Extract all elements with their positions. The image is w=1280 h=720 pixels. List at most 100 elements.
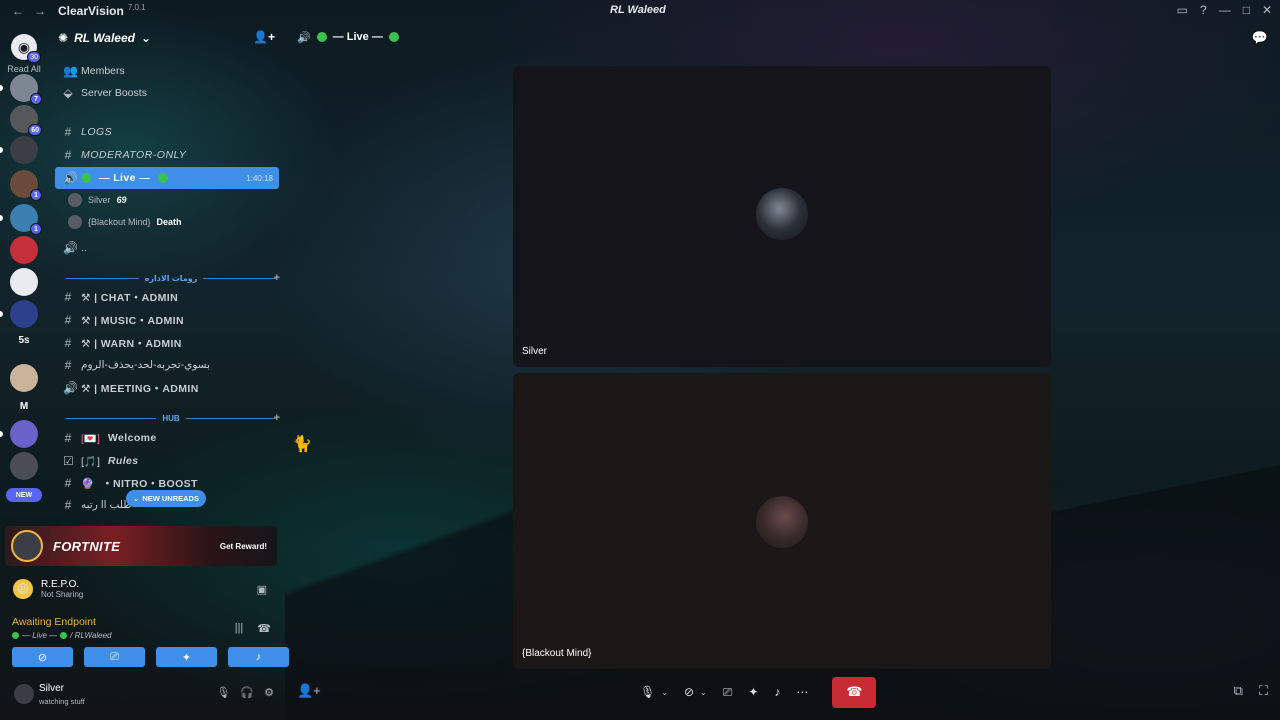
sidebar-item-members[interactable]: 👥 Members [55,60,279,82]
chat-bubble-icon[interactable]: 💬 [1252,30,1268,46]
channel-rules[interactable]: ☑ [🎵] Rules [55,450,279,472]
cat-cursor-icon: 🐈 [292,436,312,453]
live-dot-icon [388,32,399,42]
participant-tile[interactable]: Silver [513,66,1051,367]
share-screen-icon[interactable]: ▣ [257,583,267,596]
voice-user-name: {Blackout Mind} [88,217,151,227]
channel-meeting-admin[interactable]: 🔊 ⚒ | MEETING・ADMIN [55,377,279,399]
server-icon[interactable] [10,364,38,392]
fullscreen-icon[interactable]: ⛶ [1259,683,1268,699]
new-pill[interactable]: NEW [6,488,42,502]
participant-name: {Blackout Mind} [522,648,592,659]
channel-label: ⚒ | WARN・ADMIN [81,337,182,350]
channel-moderator-only[interactable]: # MODERATOR-ONLY [55,144,279,166]
avatar[interactable] [14,684,34,704]
add-channel-icon[interactable]: + [274,412,280,424]
channel-arabic-test[interactable]: # بسوي-تجربه-لحد-يحذف-الروم [55,354,279,376]
screen-share-icon[interactable]: ⎚ [723,685,733,700]
category-label: HUB [162,413,180,423]
sidebar-item-server-boosts[interactable]: ⬙ Server Boosts [55,82,279,104]
channel-warn-admin[interactable]: # ⚒ | WARN・ADMIN [55,332,279,354]
home-discord-icon[interactable]: ◉ 30 [11,34,41,63]
channel-logs[interactable]: # LOGS [55,121,279,143]
soundboard-icon[interactable]: ♪ [774,685,780,699]
back-arrow-icon[interactable]: ← [12,4,24,18]
minimize-button[interactable]: — [1219,3,1231,17]
category-hub[interactable]: HUB + [66,411,280,425]
microphone-icon[interactable]: 🎙 [216,686,230,699]
invite-icon[interactable]: 👤+ [253,30,275,44]
members-icon: 👥 [63,64,78,78]
soundboard-button[interactable]: ♪ [228,647,289,667]
live-dot-icon [158,173,169,183]
channel-chat-admin[interactable]: # ⚒ | CHAT・ADMIN [55,286,279,308]
server-icon[interactable] [10,420,38,448]
maximize-button[interactable]: □ [1243,3,1250,17]
voice-user-blackout-mind[interactable]: {Blackout Mind} Death [68,213,182,231]
chevron-down-icon[interactable]: ⌄ [661,688,668,697]
category-admin[interactable]: رومات الاداره + [66,271,280,285]
chevron-down-icon[interactable]: ⌄ [700,688,707,697]
server-icon[interactable] [10,300,38,328]
voice-status-controls: ||| ☎ [235,622,271,635]
game-activity-banner[interactable]: FORTNITE Get Reward! [5,526,277,566]
activities-icon[interactable]: ✦ [748,685,758,699]
popout-icon[interactable]: ⧉ [1234,683,1243,699]
guild-name: RL Waleed [74,31,135,45]
server-label: 5s [18,334,30,346]
nitro-emoji-icon: 🔮 [81,477,95,490]
server-icon[interactable]: 1 [10,170,42,201]
user-name: Silver [39,683,65,694]
hash-icon: # [64,125,72,139]
help-icon[interactable]: ? [1200,3,1207,17]
read-all-button[interactable]: Read All [0,64,48,74]
gear-icon[interactable]: ⚙ [264,686,274,699]
server-icon[interactable]: 1 [10,204,42,235]
new-unreads-button[interactable]: ⌄ NEW UNREADS [126,490,206,507]
add-channel-icon[interactable]: + [274,272,280,284]
get-reward-button[interactable]: Get Reward! [220,542,267,551]
microphone-icon[interactable]: 🎙 [640,685,655,699]
avatar [68,215,82,229]
screen-share-button[interactable]: ⎚ [84,647,145,667]
server-icon[interactable]: M [10,392,38,420]
server-label: M [19,400,29,412]
server-icon[interactable] [10,136,38,164]
more-icon[interactable]: ⋯ [796,685,808,699]
window-title: RL Waleed [610,4,666,16]
server-icon[interactable] [10,452,38,480]
end-call-button[interactable]: ☎ [832,676,877,708]
screen-share-icon: ⎚ [110,650,119,663]
category-line [185,417,276,419]
add-people-icon[interactable]: 👤+ [297,683,321,699]
category-line [203,277,277,279]
headphones-icon[interactable]: 🎧 [240,686,254,699]
channel-label: طلب اا رتبه [81,499,132,511]
forward-arrow-icon[interactable]: → [34,4,46,18]
channel-welcome[interactable]: # [💌] Welcome [55,427,279,449]
activity-repo: 😆 R.E.P.O. Not Sharing ▣ [5,572,277,606]
channel-label: Welcome [107,432,157,444]
server-rail: ◉ 30 Read All 7 60 1 1 5s M NEW [0,22,48,522]
inbox-icon[interactable]: ▭ [1177,3,1188,17]
channel-dotdot-voice[interactable]: 🔊 .. [55,237,279,259]
channel-music-admin[interactable]: # ⚒ | MUSIC・ADMIN [55,309,279,331]
server-icon[interactable] [10,268,38,296]
camera-off-icon[interactable]: ⊘ [684,685,694,699]
noise-suppression-icon[interactable]: ||| [235,622,244,635]
server-icon[interactable] [10,236,38,264]
server-icon[interactable]: 60 [10,105,42,136]
server-icon[interactable]: 5s [10,326,38,354]
disconnect-icon[interactable]: ☎ [257,622,271,635]
camera-off-icon: ⊘ [37,651,48,664]
server-icon[interactable]: 7 [10,74,42,105]
guild-header[interactable]: ✺ RL Waleed ⌄ 👤+ [48,22,285,54]
category-label: رومات الاداره [144,273,198,283]
voice-user-silver[interactable]: Silver 69 [68,191,127,209]
channel-live-voice[interactable]: 🔊 — Live — 1:40:18 [55,167,279,189]
close-button[interactable]: ✕ [1262,3,1272,17]
participant-tile[interactable]: {Blackout Mind} [513,373,1051,669]
channel-label: ⚒ | CHAT・ADMIN [81,291,179,304]
camera-button[interactable]: ⊘ [12,647,73,667]
activities-button[interactable]: ✦ [156,647,217,667]
